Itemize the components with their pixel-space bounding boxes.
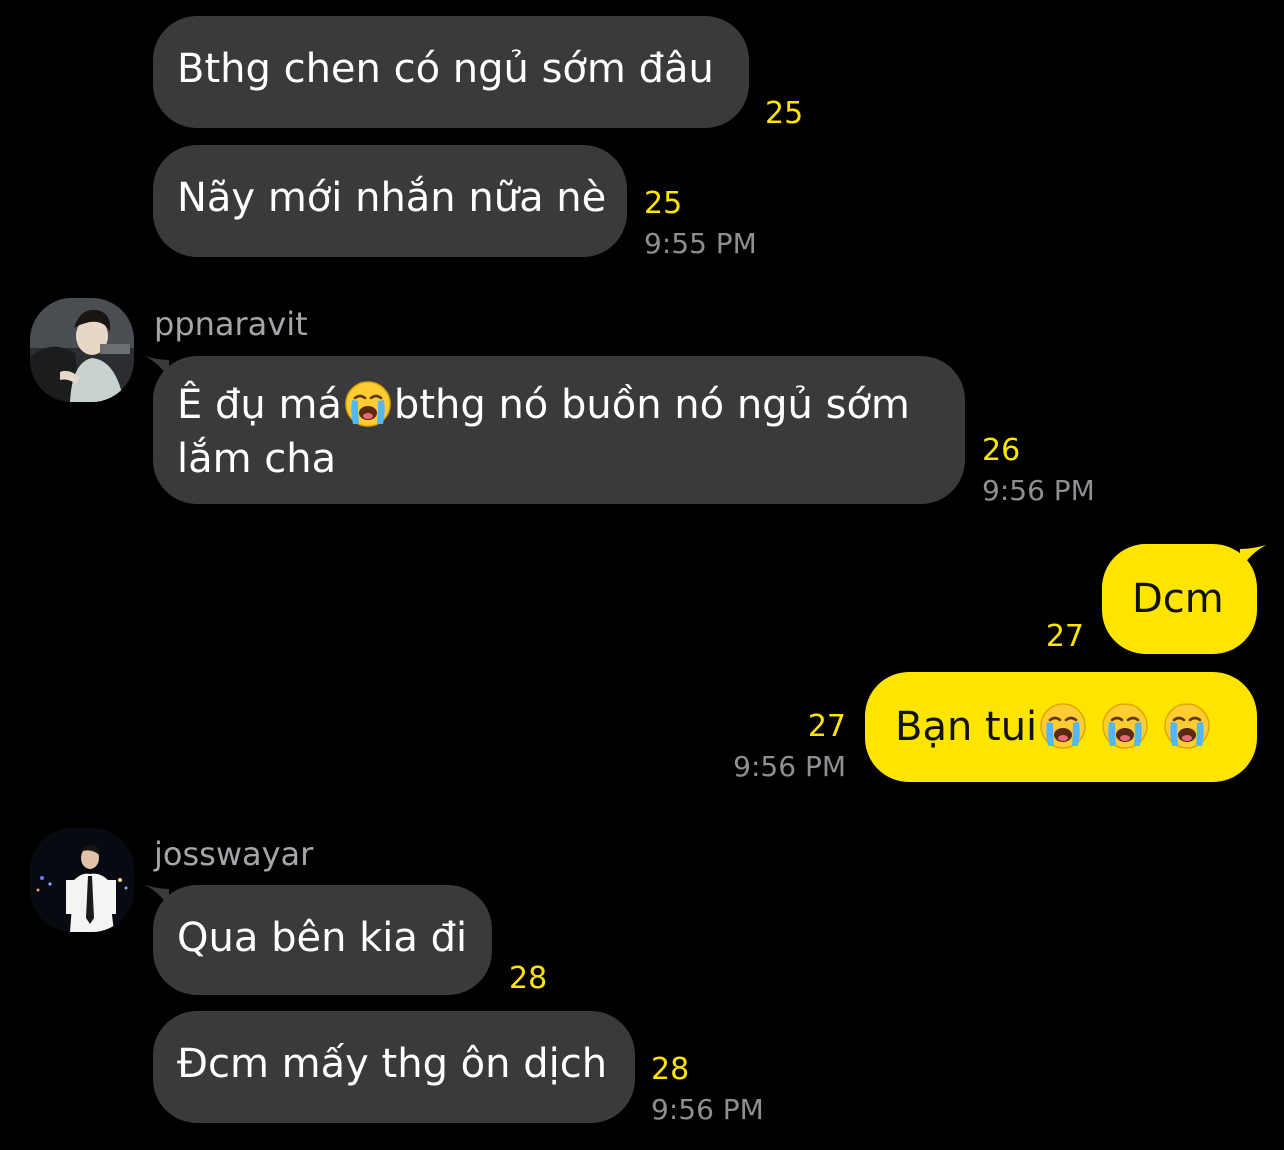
message-bubble[interactable]: Ê đụ má bthg nó buồn nó ngủ sớm lắm cha: [153, 356, 965, 504]
sender-name: ppnaravit: [154, 305, 308, 343]
unread-count: 25: [644, 186, 683, 221]
message-text: Bạn tui: [895, 704, 1038, 750]
user-photo-avatar-icon: [30, 828, 134, 932]
message-bubble[interactable]: Bạn tui: [865, 672, 1257, 782]
unread-count: 26: [982, 433, 1021, 468]
message-bubble[interactable]: Nãy mới nhắn nữa nè: [153, 145, 627, 257]
unread-count: 28: [509, 961, 548, 996]
unread-count: 25: [765, 96, 804, 131]
message-text: Đcm mấy thg ôn dịch: [177, 1041, 608, 1087]
message-text: Ê đụ má: [177, 382, 342, 428]
avatar[interactable]: [30, 828, 134, 932]
message-text: Qua bên kia đi: [177, 915, 468, 961]
message-bubble[interactable]: Đcm mấy thg ôn dịch: [153, 1011, 635, 1123]
unread-count: 27: [807, 709, 846, 744]
message-text: Bthg chen có ngủ sớm đâu: [177, 46, 714, 92]
timestamp: 9:56 PM: [651, 1093, 764, 1126]
loudly-crying-face-icon: [1163, 702, 1211, 750]
message-bubble[interactable]: Bthg chen có ngủ sớm đâu: [153, 16, 749, 128]
timestamp: 9:56 PM: [733, 750, 846, 783]
bubble-tail: [1240, 545, 1266, 571]
loudly-crying-face-icon: [1101, 702, 1149, 750]
avatar[interactable]: [30, 298, 134, 402]
message-bubble[interactable]: Dcm: [1102, 544, 1257, 654]
loudly-crying-face-icon: [344, 380, 392, 428]
loudly-crying-face-icon: [1039, 702, 1087, 750]
unread-count: 28: [651, 1052, 690, 1087]
message-text: Nãy mới nhắn nữa nè: [177, 175, 607, 221]
user-photo-avatar-icon: [30, 298, 134, 402]
sender-name: josswayar: [154, 835, 314, 873]
unread-count: 27: [1045, 619, 1084, 654]
message-text: Dcm: [1132, 576, 1224, 622]
timestamp: 9:56 PM: [982, 474, 1095, 507]
timestamp: 9:55 PM: [644, 227, 757, 260]
message-bubble[interactable]: Qua bên kia đi: [153, 885, 492, 995]
